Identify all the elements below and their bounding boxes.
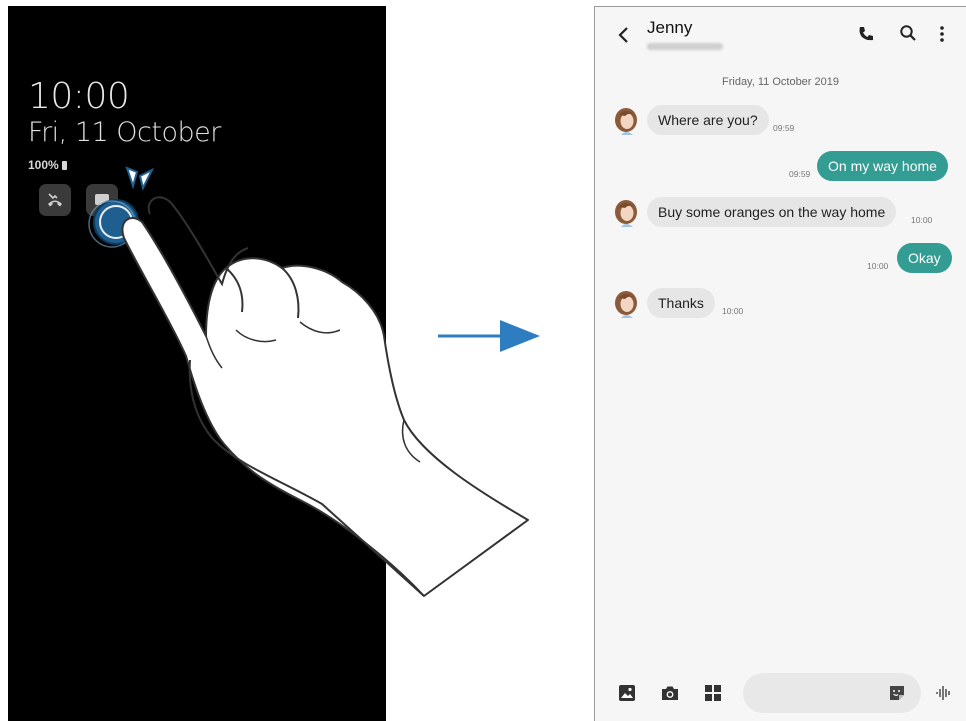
call-icon[interactable] (857, 25, 875, 43)
back-icon[interactable] (617, 27, 631, 43)
contact-name: Jenny (647, 18, 693, 37)
message-bubble-outgoing[interactable]: Okay (897, 243, 952, 273)
voice-icon[interactable] (935, 685, 953, 701)
message-bubble-incoming[interactable]: Where are you? (647, 105, 769, 135)
message-time: 09:59 (773, 123, 795, 133)
message-time: 10:00 (722, 306, 744, 316)
arrow-right-icon (438, 320, 540, 352)
date-separator: Friday, 11 October 2019 (722, 76, 839, 88)
contact-avatar[interactable] (613, 290, 639, 318)
contact-avatar[interactable] (613, 199, 639, 227)
contact-avatar[interactable] (613, 107, 639, 135)
message-time: 10:00 (867, 261, 889, 271)
gallery-icon[interactable] (619, 685, 635, 701)
double-tap-gesture-illustration (88, 166, 529, 597)
apps-icon[interactable] (705, 685, 721, 701)
conversation-header: Jenny (595, 7, 966, 63)
message-bubble-outgoing[interactable]: On my way home (817, 151, 948, 181)
more-options-icon[interactable] (939, 25, 945, 43)
messages-screen: Jenny Friday, 11 October 2019 Where are … (594, 6, 966, 721)
camera-icon[interactable] (661, 685, 679, 701)
sticker-icon[interactable] (889, 685, 905, 701)
message-bubble-incoming[interactable]: Thanks (647, 288, 715, 318)
message-composer (595, 665, 966, 721)
search-icon[interactable] (899, 24, 917, 42)
message-bubble-incoming[interactable]: Buy some oranges on the way home (647, 197, 897, 227)
contact-number-redacted (647, 43, 723, 50)
message-time: 09:59 (789, 169, 811, 179)
message-time: 10:00 (911, 215, 933, 225)
